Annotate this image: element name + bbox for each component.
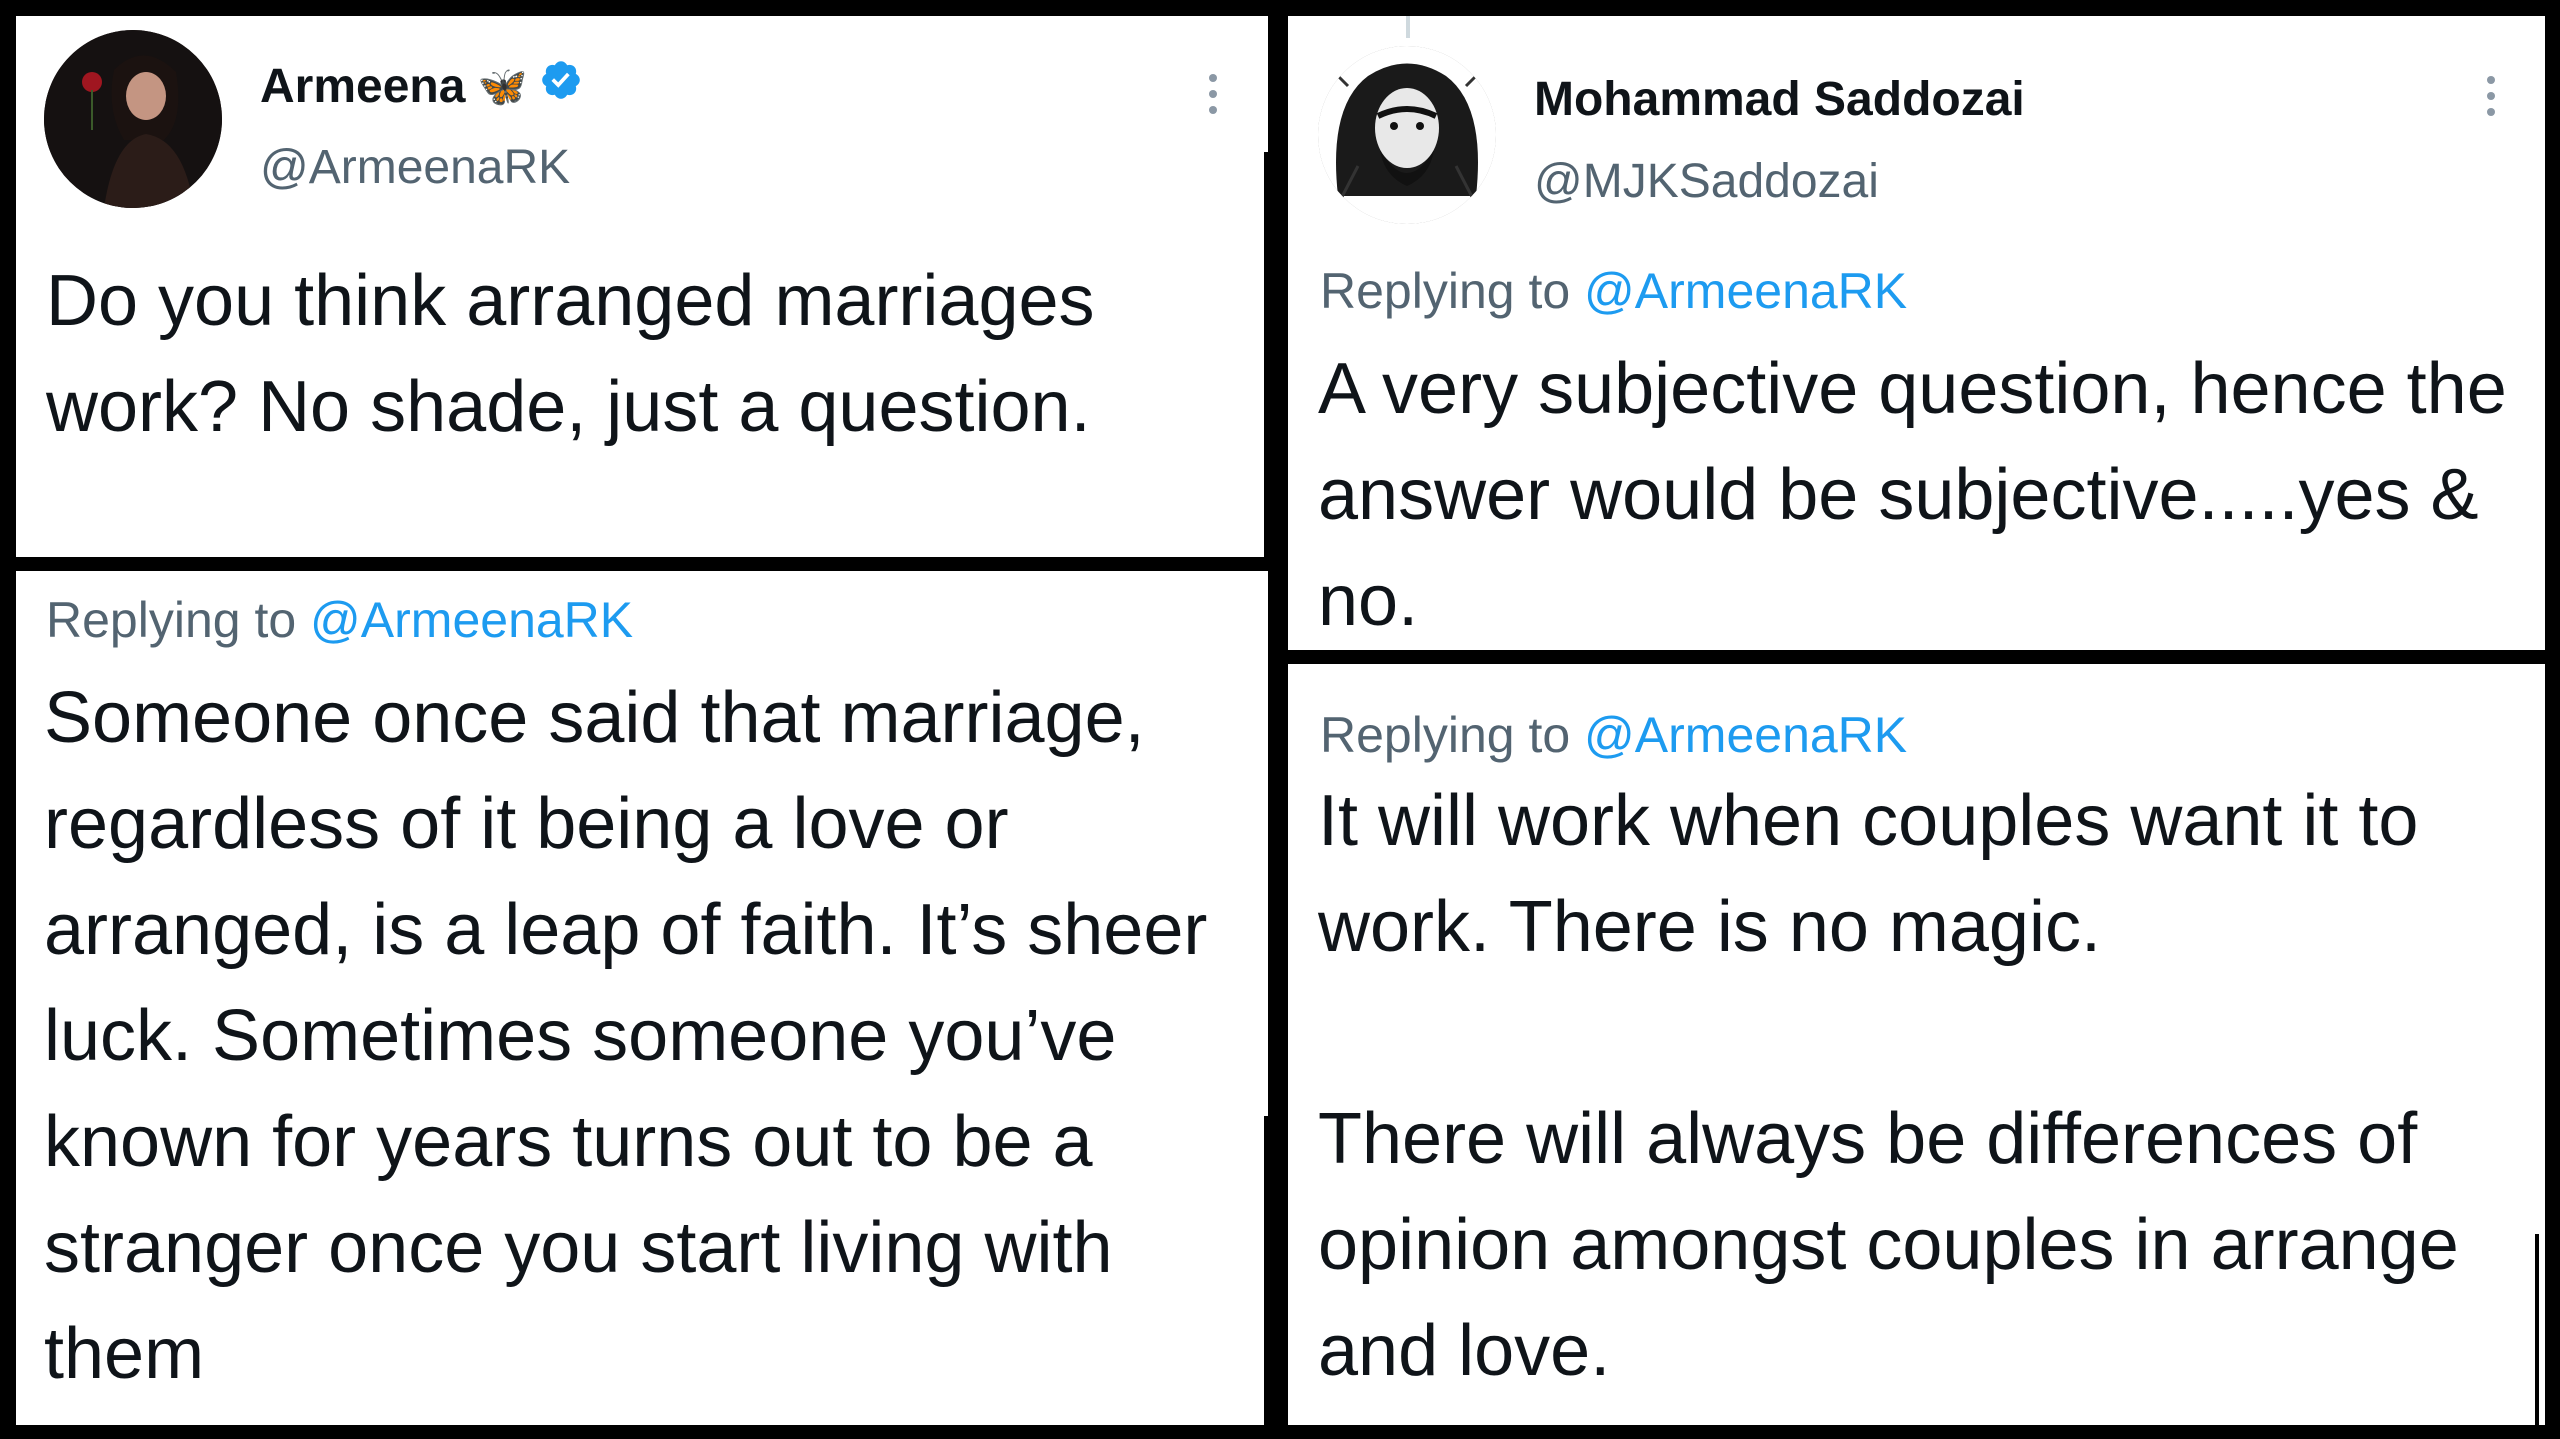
verified-badge-icon bbox=[539, 58, 583, 114]
tweet-text: Do you think arranged marriages work? No… bbox=[46, 261, 1115, 447]
mention-link[interactable]: @ArmeenaRK bbox=[310, 592, 633, 648]
display-name[interactable]: Armeena bbox=[260, 59, 465, 114]
divider-line bbox=[2535, 1234, 2539, 1425]
author-name-row: Armeena 🦋 bbox=[260, 58, 583, 114]
avatar-armeena[interactable] bbox=[44, 30, 222, 208]
butterfly-emoji-icon: 🦋 bbox=[477, 64, 528, 109]
author-name-row: Mohammad Saddozai bbox=[1534, 72, 2025, 127]
replying-prefix: Replying to bbox=[46, 592, 311, 648]
tweet-text: A very subjective question, hence the an… bbox=[1318, 349, 2527, 641]
replying-to-line: Replying to @ArmeenaRK bbox=[46, 591, 633, 649]
replying-prefix: Replying to bbox=[1320, 707, 1585, 763]
tweet-original[interactable]: Armeena 🦋 @ArmeenaRK Do you think arrang… bbox=[16, 16, 1268, 557]
divider-line bbox=[1264, 152, 1268, 557]
tweet-text: Someone once said that marriage, regardl… bbox=[44, 678, 1228, 1394]
display-name[interactable]: Mohammad Saddozai bbox=[1534, 72, 2025, 127]
mention-link[interactable]: @ArmeenaRK bbox=[1584, 707, 1907, 763]
author-handle[interactable]: @MJKSaddozai bbox=[1534, 154, 1879, 209]
tweet-reply-left[interactable]: Replying to @ArmeenaRK Someone once said… bbox=[16, 571, 1268, 1425]
tweet-reply-bottom-right[interactable]: Replying to @ArmeenaRK It will work when… bbox=[1288, 664, 2545, 1425]
tweet-text: It will work when couples want it to wor… bbox=[1318, 781, 2459, 1391]
more-vertical-icon[interactable] bbox=[2484, 76, 2498, 116]
thread-connector-line bbox=[1406, 16, 1410, 38]
replying-prefix: Replying to bbox=[1320, 263, 1585, 319]
divider-line bbox=[1264, 1116, 1268, 1425]
more-vertical-icon[interactable] bbox=[1206, 74, 1220, 114]
replying-to-line: Replying to @ArmeenaRK bbox=[1320, 262, 1907, 320]
tweet-reply-top-right[interactable]: Mohammad Saddozai @MJKSaddozai Replying … bbox=[1288, 16, 2545, 650]
avatar-saddozai[interactable] bbox=[1318, 46, 1496, 224]
author-handle[interactable]: @ArmeenaRK bbox=[260, 140, 570, 195]
replying-to-line: Replying to @ArmeenaRK bbox=[1320, 706, 1907, 764]
mention-link[interactable]: @ArmeenaRK bbox=[1584, 263, 1907, 319]
